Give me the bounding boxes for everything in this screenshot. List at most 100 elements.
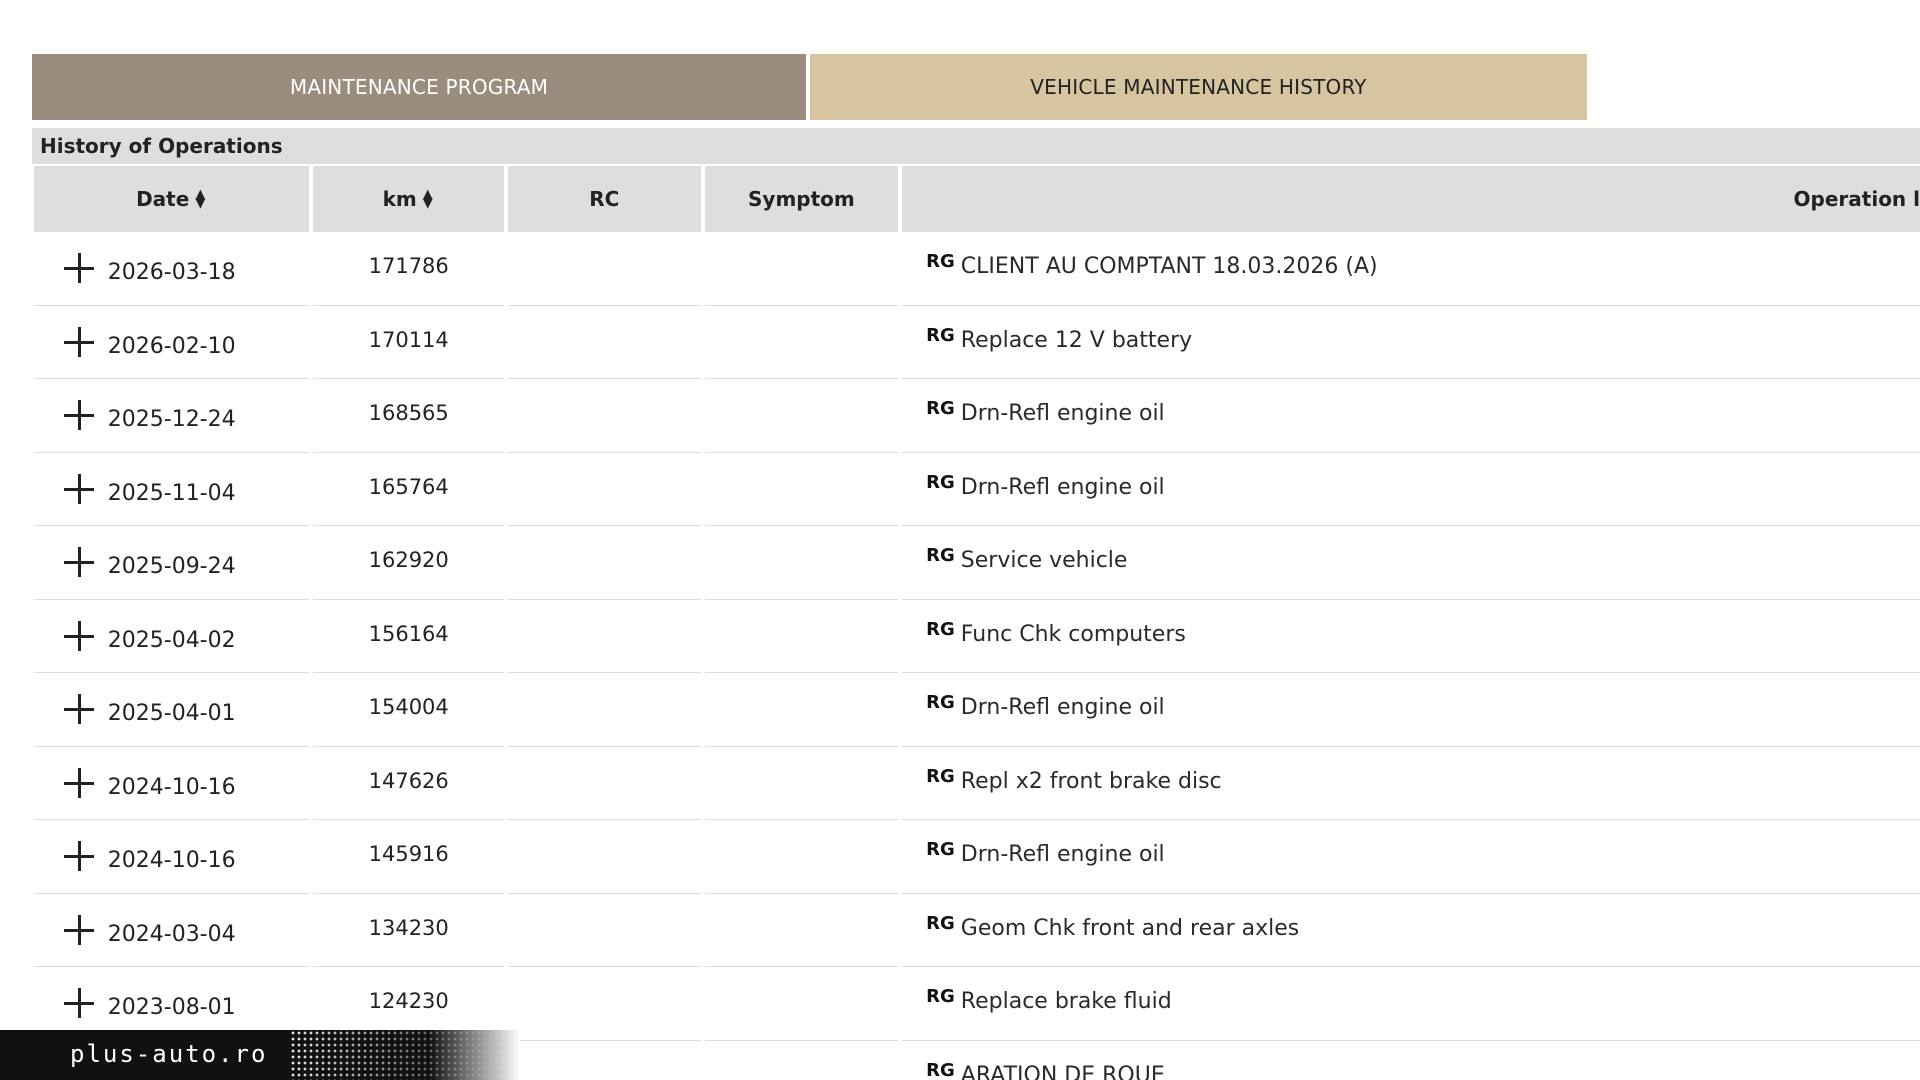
row-km: 145916 xyxy=(368,842,449,866)
column-header-rc-label: RC xyxy=(589,187,620,211)
table-row: 2026-03-18 171786 RG CLIENT AU COMPTANT 18.… xyxy=(34,232,1920,306)
column-header-rc: RC xyxy=(508,166,701,232)
tab-bar: MAINTENANCE PROGRAM VEHICLE MAINTENANCE … xyxy=(32,54,1587,120)
row-km: 171786 xyxy=(368,254,449,278)
operation-description: Repl x2 front brake disc xyxy=(960,768,1222,794)
date-cell: 2025-11-04 xyxy=(34,453,310,526)
operation-cell: RG Func Chk computers xyxy=(902,600,1920,673)
symptom-cell xyxy=(704,967,899,1041)
operation-type-tag: RG xyxy=(926,545,955,566)
row-km: 147626 xyxy=(368,768,449,793)
operations-table: Date ▲ ▼ km ▲ ▼ RC Symptom Operation l 202… xyxy=(34,166,1920,1080)
table-row: 2025-11-04 165764 RG Drn-Refl engine oil xyxy=(34,453,1920,526)
rc-cell xyxy=(508,232,701,306)
column-header-km[interactable]: km ▲ ▼ xyxy=(313,166,504,232)
operation-cell: RG ARATION DE ROUE xyxy=(902,1041,1920,1080)
tab-maintenance-program[interactable]: MAINTENANCE PROGRAM xyxy=(32,54,806,120)
watermark-fade xyxy=(430,1030,520,1080)
column-header-date-label: Date xyxy=(136,187,190,211)
date-cell: 2024-03-04 xyxy=(34,894,310,967)
operation-cell: RG Repl x2 front brake disc xyxy=(902,747,1920,820)
row-km: 124230 xyxy=(368,989,449,1013)
row-km: 170114 xyxy=(368,327,449,352)
operation-type-tag: RG xyxy=(926,471,955,493)
rc-cell xyxy=(508,1041,701,1080)
km-cell: 147626 xyxy=(313,747,504,820)
operation-cell: RG Drn-Refl engine oil xyxy=(902,820,1920,894)
date-cell: 2025-12-24 xyxy=(34,379,310,453)
symptom-cell xyxy=(705,1041,899,1080)
table-row: 2024-03-04 134230 RG Geom Chk front and rea… xyxy=(34,894,1920,967)
km-cell: 162920 xyxy=(313,526,504,600)
km-cell: 168565 xyxy=(313,379,504,453)
operation-cell: RG CLIENT AU COMPTANT 18.03.2026 (A) xyxy=(902,232,1920,306)
operation-type-tag: RG xyxy=(926,839,955,860)
tab-vehicle-maintenance-history[interactable]: VEHICLE MAINTENANCE HISTORY xyxy=(810,54,1587,120)
row-km: 156164 xyxy=(368,621,449,646)
km-cell: 171786 xyxy=(313,232,504,306)
column-header-operation-label: Operation l xyxy=(1793,187,1920,211)
table-row: 2025-12-24 168565 RG Drn-Refl engine oil xyxy=(34,379,1920,453)
row-date: 2025-04-02 xyxy=(107,627,236,653)
rc-cell xyxy=(508,600,701,673)
rc-cell xyxy=(508,820,701,894)
row-km: 162920 xyxy=(368,548,449,572)
km-cell: 134230 xyxy=(313,894,504,967)
operation-type-tag: RG xyxy=(926,251,955,272)
row-date: 2024-03-04 xyxy=(107,921,236,947)
operation-description: Replace brake fluid xyxy=(960,989,1172,1014)
sort-icon[interactable]: ▲ ▼ xyxy=(193,188,207,210)
rc-cell xyxy=(508,379,701,453)
column-header-symptom: Symptom xyxy=(704,166,899,232)
date-cell: 2025-04-01 xyxy=(34,673,310,747)
row-date: 2023-08-01 xyxy=(107,995,236,1020)
row-date: 2026-03-18 xyxy=(107,260,236,285)
km-cell: 154004 xyxy=(313,673,504,747)
sort-icon[interactable]: ▲ ▼ xyxy=(421,188,435,210)
date-cell: 2026-03-18 xyxy=(34,232,310,306)
operation-description: CLIENT AU COMPTANT 18.03.2026 (A) xyxy=(960,254,1378,279)
row-km: 168565 xyxy=(368,401,449,425)
operation-type-tag: RG xyxy=(926,912,955,934)
symptom-cell xyxy=(704,232,899,306)
symptom-cell xyxy=(704,526,899,600)
section-header: History of Operations xyxy=(32,128,1920,164)
column-header-date[interactable]: Date ▲ ▼ xyxy=(34,166,310,232)
operation-cell: RG Service vehicle xyxy=(902,526,1920,600)
table-row: 2024-10-16 145916 RG Drn-Refl engine oil xyxy=(34,820,1920,894)
watermark-text: plus-auto.ro xyxy=(70,1040,268,1068)
operation-type-tag: RG xyxy=(926,1059,955,1080)
page: MAINTENANCE PROGRAM VEHICLE MAINTENANCE … xyxy=(0,0,1920,1080)
date-cell: 2025-04-02 xyxy=(34,600,310,673)
column-header-symptom-label: Symptom xyxy=(748,187,855,211)
rc-cell xyxy=(508,453,701,526)
section-title: History of Operations xyxy=(40,134,283,158)
symptom-cell xyxy=(704,453,899,526)
row-km: 165764 xyxy=(368,474,449,499)
table-row: 2024-10-16 147626 RG Repl x2 front brake di… xyxy=(34,747,1920,820)
operation-description: Drn-Refl engine oil xyxy=(960,474,1165,500)
symptom-cell xyxy=(704,673,899,747)
column-header-operation: Operation l xyxy=(902,166,1920,232)
table-row: 2025-04-01 154004 RG Drn-Refl engine oil xyxy=(34,673,1920,747)
row-date: 2025-12-24 xyxy=(107,407,236,432)
operation-cell: RG Drn-Refl engine oil xyxy=(902,673,1920,747)
row-date: 2024-10-16 xyxy=(107,774,236,800)
operation-cell: RG Drn-Refl engine oil xyxy=(902,453,1920,526)
date-cell: 2024-10-16 xyxy=(34,820,310,894)
operation-description: Func Chk computers xyxy=(960,621,1186,647)
operation-type-tag: RG xyxy=(926,692,955,713)
date-cell: 2026-02-10 xyxy=(34,306,310,379)
table-header: Date ▲ ▼ km ▲ ▼ RC Symptom Operation l xyxy=(34,166,1920,232)
rc-cell xyxy=(508,967,701,1041)
operation-cell: RG Drn-Refl engine oil xyxy=(902,379,1920,453)
operation-description: Geom Chk front and rear axles xyxy=(960,915,1300,941)
operation-type-tag: RG xyxy=(926,986,955,1007)
row-km: 134230 xyxy=(368,915,449,940)
operation-description: Drn-Refl engine oil xyxy=(960,695,1165,720)
km-cell: 145916 xyxy=(313,820,504,894)
row-date: 2025-11-04 xyxy=(107,480,236,506)
date-cell: 2025-09-24 xyxy=(34,526,310,600)
table-body: 2026-03-18 171786 RG CLIENT AU COMPTANT 18.… xyxy=(34,232,1920,1080)
operation-description: Replace 12 V battery xyxy=(960,327,1193,353)
